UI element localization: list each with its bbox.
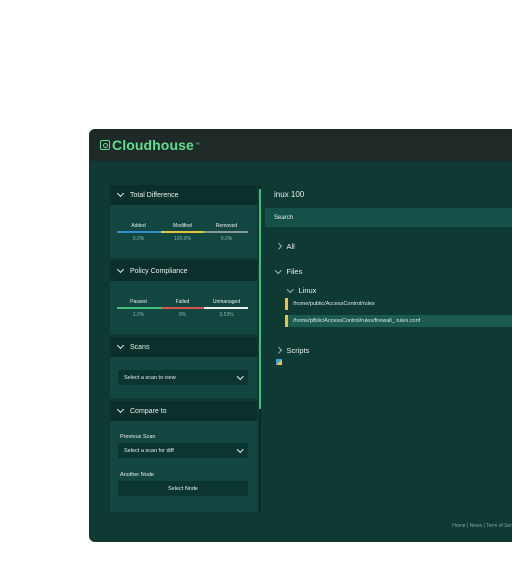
main-panel: inux 100 Search All Files Linux /home/pu… [265, 185, 512, 512]
search-input[interactable]: Search [265, 208, 512, 227]
removed-value: 0.0% [220, 236, 233, 242]
section-title: Compare to [130, 407, 167, 415]
file-row-selected[interactable]: /home/pfblic/AccessControl/rules/firewal… [285, 315, 512, 327]
failed-bar-segment [160, 307, 205, 309]
total-difference-bar [117, 231, 249, 233]
scans-panel: Select a scan to view [110, 357, 257, 398]
footer-links[interactable]: Home | News | Term of Ser [452, 523, 512, 529]
policy-compliance-header[interactable]: Policy Compliance [110, 261, 257, 281]
file-row[interactable]: /home/public/AccessControl/rules [285, 298, 375, 310]
chevron-down-icon [116, 189, 125, 198]
modified-label: Modified [173, 223, 192, 229]
section-title: Total Difference [130, 191, 179, 199]
removed-bar-segment [204, 231, 249, 233]
unmanaged-bar-segment [204, 307, 249, 309]
tree-item-all[interactable]: All [275, 242, 295, 251]
file-path: /home/public/AccessControl/rules [293, 301, 375, 307]
scan-select-label: Select a scan to view [124, 374, 176, 381]
tree-item-label: Linux [298, 286, 317, 295]
previous-scan-select-label: Select a scan for diff [124, 447, 174, 454]
chevron-down-icon [116, 405, 125, 414]
app-window: Cloudhouse ™ Total Difference Added Modi… [89, 129, 512, 542]
another-node-label: Another Node [120, 472, 154, 478]
modified-marker [285, 315, 288, 327]
scan-select[interactable]: Select a scan to view [118, 370, 248, 385]
previous-scan-select[interactable]: Select a scan for diff [118, 443, 248, 458]
section-title: Policy Compliance [130, 267, 188, 275]
failed-value: 0% [178, 312, 187, 318]
tree-item-linux[interactable]: Linux [287, 285, 317, 295]
top-bar: Cloudhouse ™ [89, 129, 512, 161]
total-difference-labels: Added Modified Removed [117, 223, 248, 229]
total-difference-header[interactable]: Total Difference [110, 185, 257, 205]
unmanaged-value: 3.53% [219, 312, 234, 318]
policy-compliance-bar [117, 307, 249, 309]
sidebar-scroll-thumb[interactable] [259, 189, 261, 409]
total-difference-panel: Added Modified Removed 0.0% 100.0% 0.0% [110, 205, 257, 258]
node-title: inux 100 [274, 190, 305, 199]
tree-item-files[interactable]: Files [275, 266, 303, 276]
modified-value: 100.0% [174, 236, 191, 242]
logo[interactable]: Cloudhouse ™ [100, 137, 200, 153]
modified-marker [285, 298, 288, 310]
total-difference-values: 0.0% 100.0% 0.0% [117, 236, 248, 242]
select-node-button[interactable]: Select Node [118, 481, 248, 496]
chevron-down-icon [275, 266, 282, 274]
unmanaged-label: Unmanaged [212, 299, 241, 305]
tree-item-scripts[interactable]: Scripts [275, 346, 310, 355]
chevron-down-icon [116, 341, 125, 350]
passed-label: Passed [130, 299, 147, 305]
tree-item-label: All [286, 242, 295, 251]
policy-compliance-values: 1.0% 0% 3.53% [117, 312, 248, 318]
tree-item-label: Files [286, 267, 303, 276]
policy-compliance-panel: Passed Failed Unmanaged 1.0% 0% 3.53% [110, 281, 257, 334]
modified-bar-segment [160, 231, 205, 233]
removed-label: Removed [215, 223, 238, 229]
chevron-right-icon [275, 243, 282, 250]
previous-scan-label: Previous Scan [120, 434, 156, 440]
passed-bar-segment [117, 307, 161, 309]
file-path: /home/pfblic/AccessControl/rules/firewal… [293, 318, 421, 324]
chevron-down-icon [236, 445, 243, 453]
sidebar: Total Difference Added Modified Removed … [110, 185, 257, 512]
script-status-icon [276, 359, 282, 365]
policy-compliance-labels: Passed Failed Unmanaged [117, 299, 248, 305]
compare-to-panel: Previous Scan Select a scan for diff Ano… [110, 421, 257, 512]
trademark: ™ [194, 142, 200, 148]
added-value: 0.0% [132, 236, 145, 242]
logo-text: Cloudhouse [112, 137, 194, 153]
passed-value: 1.0% [132, 312, 145, 318]
chevron-down-icon [116, 265, 125, 274]
chevron-right-icon [275, 347, 282, 354]
chevron-down-icon [236, 372, 243, 380]
chevron-down-icon [287, 285, 294, 293]
scans-header[interactable]: Scans [110, 337, 257, 357]
tree-item-label: Scripts [286, 346, 310, 355]
added-bar-segment [117, 231, 161, 233]
cloudhouse-logo-icon [100, 140, 110, 150]
failed-label: Failed [175, 299, 190, 305]
added-label: Added [131, 223, 146, 229]
section-title: Scans [130, 343, 150, 351]
compare-to-header[interactable]: Compare to [110, 401, 257, 421]
